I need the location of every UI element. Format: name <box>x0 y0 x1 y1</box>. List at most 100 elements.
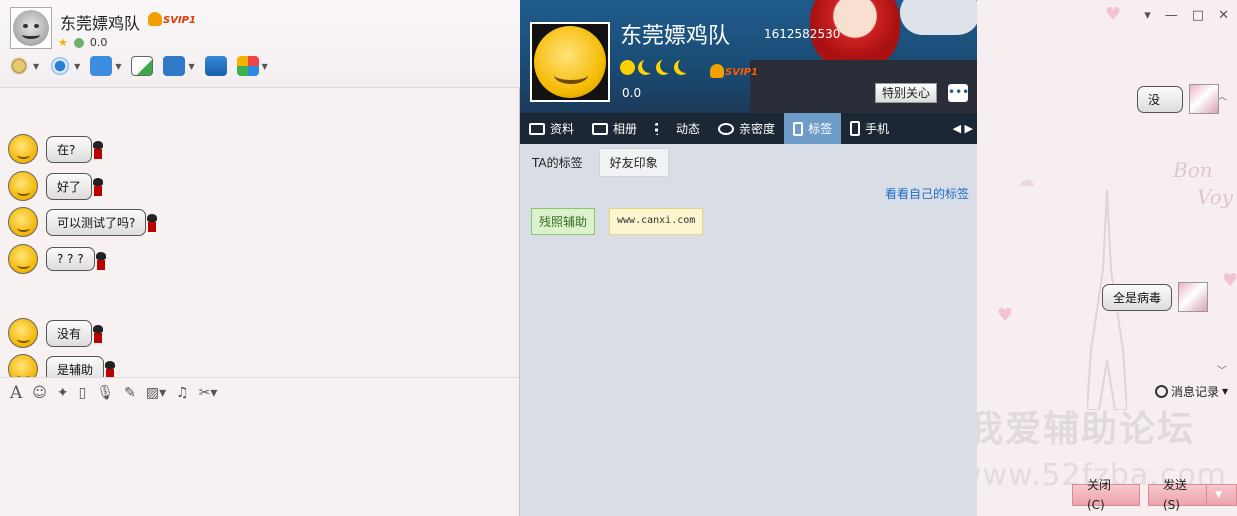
tab-album[interactable]: 相册 <box>583 113 646 144</box>
monitor-icon <box>163 56 186 76</box>
tab-scroll-arrows-icon[interactable]: ◀ ▶ <box>953 122 977 135</box>
message-list[interactable]: 在? 好了 可以测试了吗? ? ? ? 没有 是辅助 <box>0 90 519 377</box>
remote-desktop-button[interactable]: ▼ <box>163 56 195 76</box>
contact-avatar[interactable] <box>10 7 52 49</box>
message-text: ? ? ? <box>57 252 84 266</box>
message-text: 没有 <box>57 326 82 341</box>
profile-avatar[interactable] <box>530 22 610 102</box>
image-icon[interactable]: ▨▾ <box>146 385 166 401</box>
create-discussion-button[interactable] <box>131 56 154 76</box>
smiley-face-icon <box>534 26 606 98</box>
watermark: 我爱辅助论坛 <box>977 409 1196 450</box>
bubble-doll-icon <box>95 252 106 274</box>
share-screen-button[interactable] <box>204 56 227 76</box>
profile-tabs: 资料 相册 动态 亲密度 标签 手机 ◀ ▶ <box>520 113 977 144</box>
sender-avatar[interactable] <box>8 354 38 377</box>
crown-icon <box>148 12 162 26</box>
heart-decoration-icon: ♥ <box>1105 4 1122 25</box>
special-care-button[interactable]: 特别关心 <box>875 83 938 103</box>
sender-avatar[interactable] <box>8 244 38 274</box>
tab-feed[interactable]: 动态 <box>646 113 709 144</box>
tab-info[interactable]: 资料 <box>520 113 583 144</box>
add-chat-icon <box>131 56 154 76</box>
tab-label: 资料 <box>550 122 575 136</box>
list-item: ? ? ? <box>8 244 106 274</box>
message-bubble: 全是病毒 <box>1102 283 1173 311</box>
crown-icon <box>710 64 724 78</box>
chevron-down-icon[interactable]: ﹀ <box>1217 362 1227 377</box>
tab-intimacy[interactable]: 亲密度 <box>709 113 784 144</box>
voice-call-button[interactable]: ▼ <box>8 56 39 76</box>
dropdown-icon[interactable]: ▾ <box>1144 8 1151 23</box>
music-icon[interactable]: ♫ <box>176 385 189 401</box>
moon-level-icon <box>674 60 689 75</box>
star-icon: ★ <box>58 36 68 49</box>
heart-decoration-icon: ♥ <box>1222 270 1237 291</box>
bubble-doll-icon <box>105 360 116 377</box>
chat-bubble-icon[interactable]: ••• <box>948 84 969 102</box>
decoration-text: Voy <box>1197 185 1233 209</box>
profile-pane: 东莞嫖鸡队 1612582530 SVIP1 0.0 特别关心 ••• 资料 相… <box>520 0 977 516</box>
level-icons <box>620 60 689 75</box>
chat-toolbar: ▼ ▼ ▼ ▼ ▼ <box>8 56 268 76</box>
gif-icon[interactable]: ▯ <box>79 385 87 401</box>
camera-icon <box>49 56 72 76</box>
moon-level-icon <box>638 60 653 75</box>
video-call-button[interactable]: ▼ <box>49 56 80 76</box>
chevron-down-icon: ▼ <box>261 61 268 71</box>
tag-chip[interactable]: 残照辅助 <box>531 208 596 235</box>
sender-avatar[interactable] <box>8 318 38 348</box>
tab-phone[interactable]: 手机 <box>841 113 898 144</box>
contact-name[interactable]: 东莞嫖鸡队 <box>60 10 140 34</box>
bookmark-icon <box>793 121 804 136</box>
chevron-down-icon[interactable]: ▼ <box>1206 485 1222 505</box>
maximize-icon[interactable]: □ <box>1192 8 1204 23</box>
status-dot-icon <box>73 37 84 48</box>
id-card-icon <box>529 122 545 135</box>
tag-chip[interactable]: www.canxi.com <box>609 208 704 235</box>
tab-label: 亲密度 <box>739 122 776 136</box>
profile-qq-number: 1612582530 <box>764 27 841 41</box>
message-bubble: 是辅助 <box>46 355 116 377</box>
font-icon[interactable]: A <box>10 383 22 403</box>
send-file-button[interactable]: ▼ <box>90 56 121 76</box>
voice-message-icon[interactable]: 🎙︎ <box>96 385 114 401</box>
close-icon[interactable]: ✕ <box>1218 8 1229 23</box>
clock-icon <box>1155 385 1168 398</box>
self-avatar[interactable] <box>1178 282 1209 312</box>
message-history-button[interactable]: 消息记录 ▼ <box>1155 383 1228 400</box>
screenshot-icon[interactable]: ✂▾ <box>199 385 218 401</box>
shake-icon[interactable]: ✦ <box>57 385 69 401</box>
close-label: 关闭(C) <box>1087 478 1112 512</box>
minimize-icon[interactable]: — <box>1165 8 1178 23</box>
send-label: 发送(S) <box>1162 478 1187 512</box>
list-item: 全是病毒 <box>1102 282 1209 312</box>
cloud-decoration <box>900 0 977 35</box>
self-avatar[interactable] <box>1189 84 1219 114</box>
tab-their-tags[interactable]: TA的标签 <box>532 149 593 176</box>
send-button[interactable]: 发送(S) ▼ <box>1147 478 1237 512</box>
message-text: 全是病毒 <box>1113 290 1162 305</box>
sender-avatar[interactable] <box>8 207 38 237</box>
cloud-decoration-icon: ☁ <box>1017 170 1035 191</box>
sender-avatar[interactable] <box>8 134 38 164</box>
apps-button[interactable]: ▼ <box>236 56 268 76</box>
tag-tabs: TA的标签 好友印象 <box>520 147 977 177</box>
tab-friend-impressions[interactable]: 好友印象 <box>598 147 669 177</box>
see-own-tags-link[interactable]: 看看自己的标签 <box>885 185 969 202</box>
action-buttons: 关闭(C) 发送(S) ▼ <box>1072 478 1237 512</box>
close-button[interactable]: 关闭(C) <box>1072 478 1140 512</box>
apps-grid-icon <box>236 56 259 76</box>
message-text: 是辅助 <box>57 362 94 377</box>
svip-label: SVIP1 <box>163 15 196 26</box>
sender-avatar[interactable] <box>8 171 38 201</box>
emoji-icon[interactable]: ☺ <box>32 385 47 401</box>
chevron-down-icon: ▼ <box>115 61 122 71</box>
tab-tags[interactable]: 标签 <box>784 113 842 144</box>
message-input[interactable] <box>0 407 519 516</box>
list-item: 没有 <box>8 318 104 348</box>
chevron-down-icon: ▼ <box>1222 387 1229 396</box>
doodle-icon[interactable]: ✎ <box>124 385 136 401</box>
svip-badge[interactable]: SVIP1 <box>710 64 758 78</box>
moon-level-icon <box>656 60 671 75</box>
